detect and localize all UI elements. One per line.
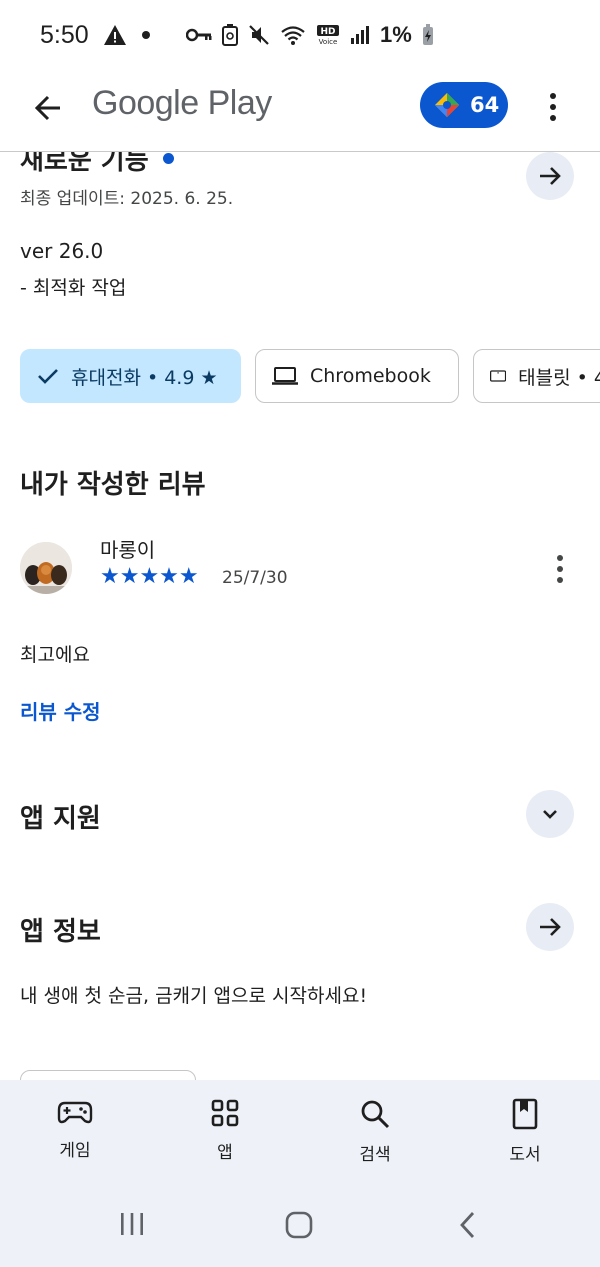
home-icon: [285, 1211, 313, 1239]
app-title: Google Play: [92, 84, 272, 122]
nav-search-label: 검색: [359, 1145, 391, 1165]
app-info-heading[interactable]: 앱 정보: [20, 911, 101, 948]
chevron-left-icon: [460, 1212, 475, 1238]
whats-new-title: 새로운 기능: [20, 152, 149, 176]
review-date: 25/7/30: [222, 568, 288, 588]
chevron-down-icon: [543, 810, 557, 819]
system-navigation-bar: [0, 1192, 600, 1267]
app-details-content: 새로운 기능 최종 업데이트: 2025. 6. 25. ver 26.0 - …: [0, 152, 600, 1080]
book-icon: [512, 1098, 538, 1130]
version-text: ver 26.0: [20, 239, 104, 263]
tablet-icon: [490, 370, 507, 382]
status-bar: 5:50 HD Voice 1%: [0, 0, 600, 70]
dot-icon: [141, 30, 151, 40]
bottom-navigation: 게임 앱 검색 도서: [0, 1080, 600, 1192]
nav-search[interactable]: 검색: [300, 1080, 450, 1192]
app-support-expand-button[interactable]: [526, 790, 574, 838]
svg-text:Voice: Voice: [319, 38, 338, 46]
mute-icon: [248, 24, 270, 46]
nav-apps[interactable]: 앱: [150, 1080, 300, 1192]
recent-apps-button[interactable]: [118, 1210, 146, 1238]
app-info-arrow-button[interactable]: [526, 903, 574, 951]
svg-text:HD: HD: [320, 27, 335, 37]
home-button[interactable]: [284, 1210, 314, 1240]
signal-icon: [350, 25, 370, 45]
chip-chromebook[interactable]: Chromebook: [255, 349, 459, 403]
play-points-value: 64: [470, 93, 500, 117]
chip-phone[interactable]: 휴대전화 • 4.9 ★: [20, 349, 241, 403]
whats-new-heading[interactable]: 새로운 기능: [20, 152, 174, 177]
nav-apps-label: 앱: [217, 1143, 233, 1163]
review-stars: ★★★★★: [100, 564, 199, 589]
search-icon: [361, 1100, 390, 1129]
chip-tablet-label: 태블릿 • 4: [518, 366, 600, 389]
nav-games[interactable]: 게임: [0, 1080, 150, 1192]
avatar: [20, 542, 72, 594]
check-icon: [38, 369, 58, 384]
battery-charging-icon: [422, 24, 434, 46]
last-updated: 최종 업데이트: 2025. 6. 25.: [20, 189, 234, 209]
apps-grid-icon: [211, 1099, 239, 1127]
chip-phone-label: 휴대전화 • 4.9 ★: [71, 366, 218, 389]
nav-games-label: 게임: [59, 1141, 91, 1161]
release-note: - 최적화 작업: [20, 277, 127, 299]
status-time: 5:50: [40, 20, 89, 49]
review-body: 최고에요: [20, 644, 90, 666]
arrow-forward-icon: [540, 167, 561, 185]
app-description: 내 생애 첫 순금, 금캐기 앱으로 시작하세요!: [20, 985, 368, 1007]
nav-books-label: 도서: [509, 1145, 541, 1165]
battery-percent: 1%: [380, 22, 412, 47]
warning-icon: [103, 24, 127, 46]
app-support-heading[interactable]: 앱 지원: [20, 798, 101, 835]
my-review-heading: 내가 작성한 리뷰: [20, 470, 206, 500]
arrow-back-icon: [34, 95, 60, 121]
new-indicator-dot: [162, 153, 174, 164]
back-button[interactable]: [28, 88, 68, 128]
device-filter-chips: 휴대전화 • 4.9 ★ Chromebook 태블릿 • 4: [20, 349, 600, 403]
wifi-icon: [280, 24, 306, 46]
gamepad-icon: [57, 1101, 93, 1124]
app-bar: Google Play 64: [0, 70, 600, 152]
back-nav-button[interactable]: [456, 1210, 480, 1240]
recent-apps-icon: [121, 1213, 143, 1235]
recycle-icon: [222, 24, 238, 46]
reviewer-name: 마롱이: [100, 538, 156, 562]
hd-voice-icon: HD Voice: [316, 24, 340, 46]
review-more-options-button[interactable]: [550, 552, 570, 586]
nav-books[interactable]: 도서: [450, 1080, 600, 1192]
vpn-key-icon: [186, 28, 212, 42]
edit-review-link[interactable]: 리뷰 수정: [20, 696, 101, 725]
arrow-forward-icon: [540, 918, 561, 936]
play-points-button[interactable]: 64: [420, 82, 508, 128]
category-chip-partial[interactable]: [20, 1070, 196, 1080]
chip-tablet[interactable]: 태블릿 • 4: [473, 349, 600, 403]
more-options-button[interactable]: [540, 86, 566, 128]
play-points-icon: [435, 93, 459, 117]
laptop-icon: [272, 367, 298, 385]
whats-new-arrow-button[interactable]: [526, 152, 574, 200]
chip-chromebook-label: Chromebook: [310, 365, 431, 387]
